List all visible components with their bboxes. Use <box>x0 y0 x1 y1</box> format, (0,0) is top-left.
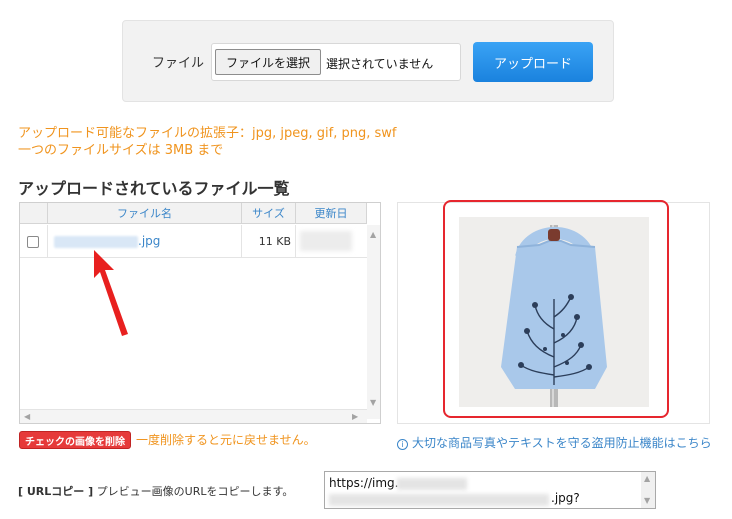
triangle-up-icon[interactable]: ▲ <box>370 231 376 239</box>
header-filename[interactable]: ファイル名 <box>48 203 242 224</box>
header-size[interactable]: サイズ <box>242 203 296 224</box>
url-copy-text: プレビュー画像のURLをコピーします。 <box>96 485 294 498</box>
triangle-down-icon[interactable]: ▼ <box>644 497 650 505</box>
url-textarea[interactable]: https://img. .jpg? ▲ ▼ <box>324 471 656 509</box>
row-checkbox[interactable] <box>27 236 39 248</box>
file-table: ファイル名 サイズ 更新日 .jpg 11 KB ▲ ▼ ◀ ▶ <box>19 202 381 424</box>
url-copy-label: [ URLコピー ] プレビュー画像のURLをコピーします。 <box>18 483 293 499</box>
table-header: ファイル名 サイズ 更新日 <box>20 203 367 224</box>
triangle-right-icon[interactable]: ▶ <box>352 413 358 421</box>
table-row[interactable]: .jpg 11 KB <box>20 225 367 258</box>
anti-theft-link-text: 大切な商品写真やテキストを守る盗用防止機能はこちら <box>412 436 712 450</box>
size-note: 一つのファイルサイズは 3MB まで <box>18 143 224 158</box>
file-name-link[interactable]: .jpg <box>54 234 160 248</box>
url-value-end: .jpg? <box>551 491 580 505</box>
file-label: ファイル <box>152 56 205 71</box>
preview-highlight <box>443 200 669 418</box>
redacted-date <box>300 231 352 251</box>
triangle-up-icon[interactable]: ▲ <box>644 475 650 483</box>
redacted-url-part <box>329 494 549 506</box>
header-checkbox-col <box>20 203 48 224</box>
redacted-filename <box>54 235 138 248</box>
choose-file-button[interactable]: ファイルを選択 <box>215 49 321 75</box>
file-input[interactable]: ファイルを選択 選択されていません <box>211 43 461 81</box>
url-value-start: https://img. <box>329 476 399 490</box>
header-updated[interactable]: 更新日 <box>296 203 367 224</box>
url-copy-bracket: [ URLコピー ] <box>18 485 94 498</box>
no-file-text: 選択されていません <box>326 57 434 71</box>
anti-theft-link[interactable]: i 大切な商品写真やテキストを守る盗用防止機能はこちら <box>397 434 712 451</box>
url-scrollbar[interactable]: ▲ ▼ <box>641 472 655 508</box>
horizontal-scrollbar[interactable]: ◀ ▶ <box>20 409 367 423</box>
file-extension: .jpg <box>138 234 161 248</box>
redacted-url-part <box>397 478 467 490</box>
delete-checked-button[interactable]: チェックの画像を削除 <box>19 431 131 449</box>
upload-panel: ファイル ファイルを選択 選択されていません アップロード <box>122 20 614 102</box>
vertical-scrollbar[interactable]: ▲ ▼ <box>367 225 380 419</box>
upload-button[interactable]: アップロード <box>473 42 593 82</box>
file-list-heading: アップロードされているファイル一覧 <box>18 179 290 198</box>
triangle-left-icon[interactable]: ◀ <box>24 413 30 421</box>
file-size: 11 KB <box>258 235 291 248</box>
red-arrow-icon <box>94 250 128 336</box>
triangle-down-icon[interactable]: ▼ <box>370 399 376 407</box>
info-icon: i <box>397 439 408 450</box>
delete-warning: 一度削除すると元に戻せません。 <box>136 433 316 447</box>
